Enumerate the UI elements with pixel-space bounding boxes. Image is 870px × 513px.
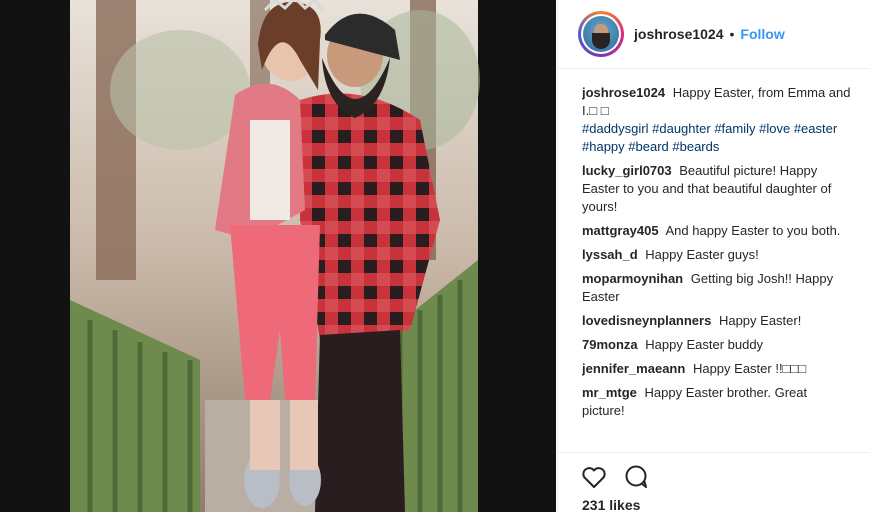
comment-text: And happy Easter to you both. xyxy=(665,223,841,238)
hashtag-list: #daddysgirl #daughter #family #love #eas… xyxy=(582,120,851,156)
comment-username[interactable]: lucky_girl0703 xyxy=(582,163,672,178)
avatar[interactable] xyxy=(578,11,624,57)
post-sidebar: joshrose1024 • Follow joshrose1024 Happy… xyxy=(557,0,870,513)
comment: moparmoynihan Getting big Josh!! Happy E… xyxy=(582,270,851,306)
comment-text: Happy Easter! xyxy=(718,313,802,328)
photo-illustration xyxy=(0,0,556,512)
comment-username[interactable]: lovedisneynplanners xyxy=(582,313,711,328)
hashtag[interactable]: #beard xyxy=(628,139,668,154)
comment-username[interactable]: jennifer_maeann xyxy=(582,361,685,376)
comment: lovedisneynplanners Happy Easter! xyxy=(582,312,851,330)
header-separator: • xyxy=(729,26,735,42)
comment: 79monza Happy Easter buddy xyxy=(582,336,851,354)
heart-icon[interactable] xyxy=(580,463,608,491)
comment-username[interactable]: 79monza xyxy=(582,337,638,352)
hashtag[interactable]: #daddysgirl xyxy=(582,121,649,136)
comment: lyssah_d Happy Easter guys! xyxy=(582,246,851,264)
comment-username[interactable]: moparmoynihan xyxy=(582,271,683,286)
comment-text: Happy Easter !!□□□ xyxy=(692,361,807,376)
hashtag[interactable]: #happy xyxy=(582,139,625,154)
caption: joshrose1024 Happy Easter, from Emma and… xyxy=(582,84,851,156)
post-actions: 231 likes xyxy=(558,452,870,513)
comment-bubble-icon[interactable] xyxy=(622,463,650,491)
likes-count[interactable]: 231 likes xyxy=(582,497,640,513)
post-header: joshrose1024 • Follow xyxy=(558,0,870,69)
post-photo[interactable] xyxy=(0,0,556,512)
follow-button[interactable]: Follow xyxy=(740,26,784,42)
comment-username[interactable]: lyssah_d xyxy=(582,247,638,262)
avatar-photo xyxy=(583,16,619,52)
hashtag[interactable]: #daughter xyxy=(652,121,711,136)
hashtag[interactable]: #beards xyxy=(672,139,719,154)
caption-username[interactable]: joshrose1024 xyxy=(582,85,665,100)
hashtag[interactable]: #love xyxy=(759,121,790,136)
comment-text: Happy Easter buddy xyxy=(645,337,764,352)
hashtag[interactable]: #family xyxy=(714,121,755,136)
comment-username[interactable]: mr_mtge xyxy=(582,385,637,400)
comments-list[interactable]: joshrose1024 Happy Easter, from Emma and… xyxy=(582,84,851,452)
instagram-post-view: joshrose1024 • Follow joshrose1024 Happy… xyxy=(0,0,870,513)
comment-text: Happy Easter guys! xyxy=(645,247,759,262)
comment: jennifer_maeann Happy Easter !!□□□ xyxy=(582,360,851,378)
comment-username[interactable]: mattgray405 xyxy=(582,223,659,238)
comment: mattgray405 And happy Easter to you both… xyxy=(582,222,851,240)
comment: mr_mtge Happy Easter brother. Great pict… xyxy=(582,384,851,420)
comment: lucky_girl0703 Beautiful picture! Happy … xyxy=(582,162,851,216)
hashtag[interactable]: #easter xyxy=(794,121,837,136)
header-username[interactable]: joshrose1024 xyxy=(634,26,724,42)
